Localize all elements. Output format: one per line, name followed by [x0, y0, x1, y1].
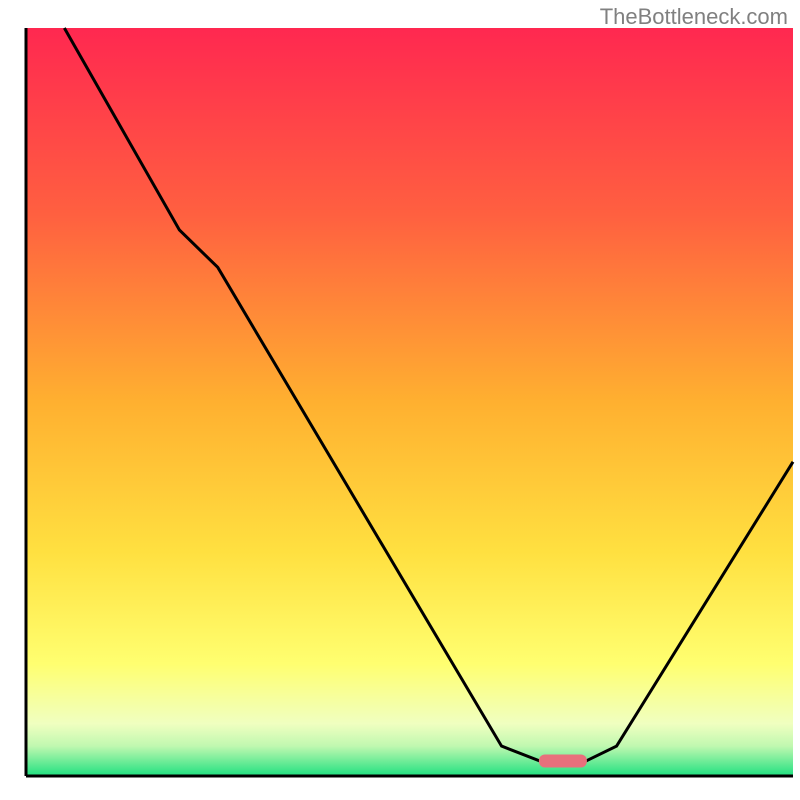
optimal-marker [539, 755, 587, 768]
chart-svg [0, 0, 800, 800]
plot-background [26, 28, 793, 776]
attribution-label: TheBottleneck.com [600, 4, 788, 30]
bottleneck-chart: TheBottleneck.com [0, 0, 800, 800]
